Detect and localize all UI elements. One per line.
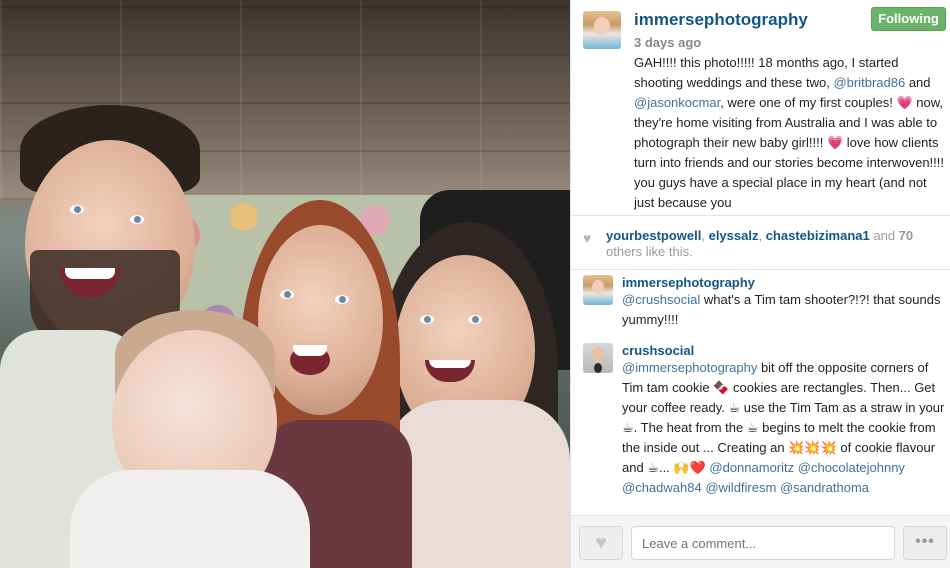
- mention-link[interactable]: @immersephotography: [622, 360, 757, 375]
- mention-link[interactable]: @chadwah84: [622, 480, 702, 495]
- liker-link[interactable]: yourbestpowell: [606, 228, 701, 243]
- post-timestamp[interactable]: 3 days ago: [634, 35, 701, 50]
- author-username[interactable]: immersephotography: [634, 10, 808, 30]
- mention-link[interactable]: @donnamoritz: [709, 460, 794, 475]
- baby-outfit: [70, 470, 310, 568]
- woman-right-scarf: [385, 400, 570, 568]
- commenter-avatar[interactable]: [583, 275, 613, 305]
- heart-emoji-icon: 💗: [826, 135, 844, 150]
- mention-link[interactable]: @britbrad86: [833, 75, 905, 90]
- heart-icon: ♥: [595, 532, 607, 554]
- heart-emoji-icon: 💗: [896, 95, 913, 110]
- comment-text: @crushsocial what's a Tim tam shooter?!?…: [622, 292, 941, 327]
- like-button[interactable]: ♥: [579, 526, 623, 560]
- author-avatar[interactable]: [583, 11, 621, 49]
- post-photo[interactable]: [0, 0, 570, 568]
- likes-summary: yourbestpowell, elyssalz, chastebizimana…: [606, 228, 914, 259]
- woman-middle-face: [258, 225, 383, 415]
- commenter-username[interactable]: immersephotography: [622, 275, 755, 290]
- likes-count[interactable]: 70: [899, 228, 913, 243]
- likes-section: ♥ yourbestpowell, elyssalz, chastebizima…: [571, 215, 950, 270]
- post-header: immersephotography Following 3 days ago …: [571, 0, 950, 215]
- more-options-button[interactable]: •••: [903, 526, 947, 560]
- post-details-panel: immersephotography Following 3 days ago …: [570, 0, 950, 568]
- heart-icon: ♥: [583, 230, 592, 246]
- commenter-username[interactable]: crushsocial: [622, 343, 694, 358]
- comment-footer: ♥ •••: [571, 515, 950, 568]
- mention-link[interactable]: @jasonkocmar: [634, 95, 720, 110]
- mention-link[interactable]: @wildfiresm: [705, 480, 776, 495]
- comment-input[interactable]: [631, 526, 895, 560]
- following-button[interactable]: Following: [871, 7, 946, 31]
- mention-link[interactable]: @chocolatejohnny: [798, 460, 905, 475]
- commenter-avatar[interactable]: [583, 343, 613, 373]
- post-caption: GAH!!!! this photo!!!!! 18 months ago, I…: [634, 55, 944, 210]
- liker-link[interactable]: elyssalz: [709, 228, 759, 243]
- comment-text: @immersephotography bit off the opposite…: [622, 360, 945, 495]
- mention-link[interactable]: @sandrathoma: [780, 480, 869, 495]
- mention-link[interactable]: @crushsocial: [622, 292, 700, 307]
- liker-link[interactable]: chastebizimana1: [766, 228, 870, 243]
